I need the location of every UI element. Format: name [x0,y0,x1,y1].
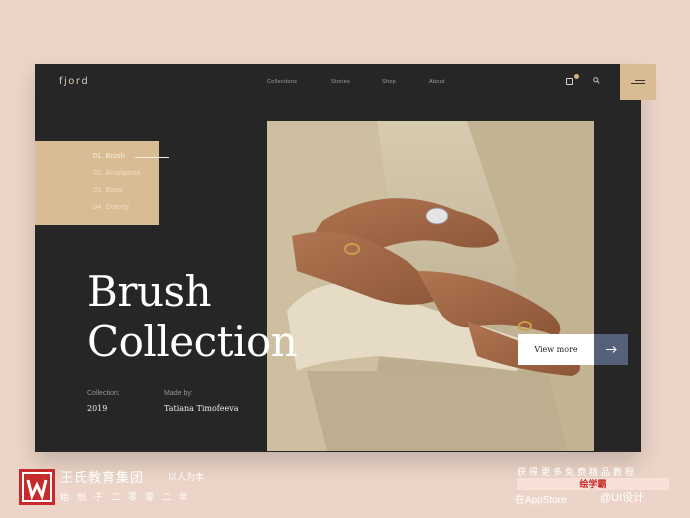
active-indicator-line [135,157,169,158]
watermark-logo-icon [19,469,55,505]
collection-label: Collection: [87,390,120,397]
collection-year: 2019 [87,404,108,413]
hero-title: Brush Collection [87,267,298,367]
designer-name: Tatiana Timofeeva [164,404,239,413]
collection-item-basic[interactable]: 03. Basic [93,187,124,194]
watermark-badge: 绘学霸 [517,478,669,490]
menu-icon-line [631,83,645,84]
watermark-subtitle: 始创于二零零二年 [60,492,197,502]
watermark-promo: 获得更多免费精品教程 [517,467,638,477]
watermark-weibo: @UI设计 [600,492,645,504]
watermark-name: 王氏教育集团 [60,470,145,485]
nav-collections[interactable]: Collections [267,79,297,85]
nav-stories[interactable]: Stories [331,79,350,85]
view-more-label: View more [534,345,578,354]
cart-badge-dot [574,74,579,79]
hero-title-line1: Brush [87,267,212,316]
app-window: fjord Collections Stories Shop About 01.… [35,64,656,452]
nav-shop[interactable]: Shop [382,79,396,85]
hero-title-line2: Collection [87,317,298,366]
arrow-right-icon [594,334,628,365]
made-by-label: Made by: [164,390,193,397]
collection-item-brush[interactable]: 01. Brush [93,153,125,160]
collection-item-gravity[interactable]: 04. Gravity [93,204,129,211]
hero-photo [267,121,594,451]
nav-about[interactable]: About [429,79,445,85]
view-more-button[interactable]: View more [518,334,628,365]
menu-icon [635,80,645,81]
watermark-appstore: 在AppStore [515,495,567,506]
brand-logo[interactable]: fjord [59,76,89,87]
collection-list: 01. Brush 02. Amalgama 03. Basic 04. Gra… [35,141,169,225]
menu-button[interactable] [620,64,656,100]
collection-item-amalgama[interactable]: 02. Amalgama [93,170,141,177]
shopping-bag-icon[interactable] [566,78,573,85]
hands-with-rings-image [267,121,594,451]
watermark-slogan: 以人为本 [168,472,205,482]
search-icon[interactable] [593,77,600,84]
